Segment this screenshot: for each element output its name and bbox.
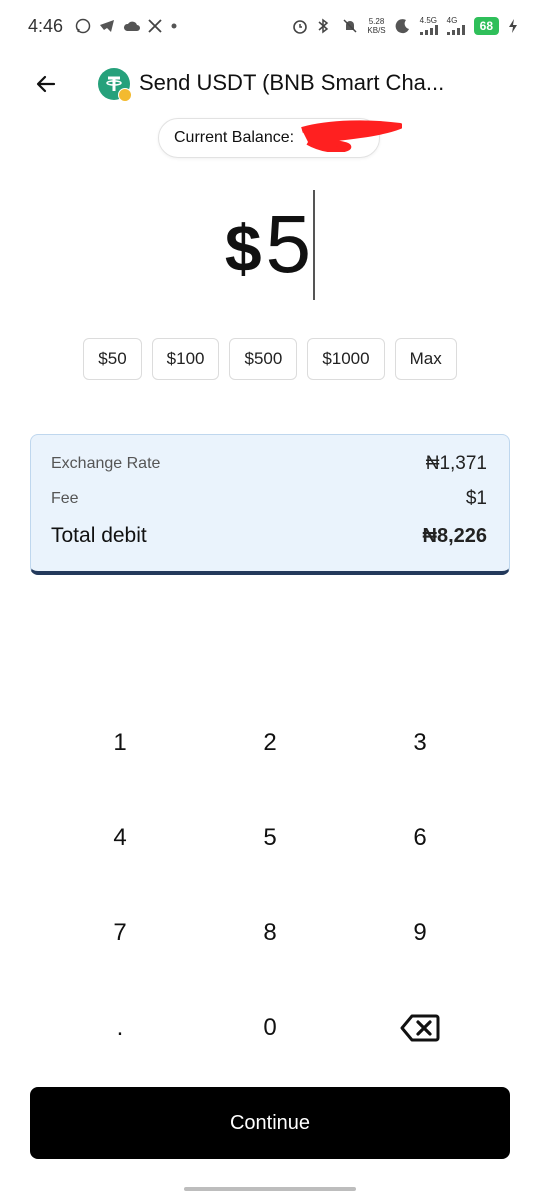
- total-debit-row: Total debit ₦8,226: [51, 524, 487, 548]
- quick-amount-1000-button[interactable]: $1000: [307, 338, 385, 380]
- signal-bars-icon: [446, 25, 465, 35]
- amount-display[interactable]: $ 5: [0, 190, 540, 300]
- fee-value: $1: [465, 488, 487, 509]
- whatsapp-icon: [75, 18, 91, 34]
- fee-row: Fee $1: [51, 488, 487, 510]
- current-balance-label: Current Balance:: [174, 129, 295, 146]
- status-bar-right: 5.28 KB/S 4.5G 4G 68: [292, 17, 518, 35]
- mute-bell-icon: [342, 18, 358, 34]
- amount-value: 5: [265, 199, 312, 290]
- quick-amount-max-button[interactable]: Max: [394, 338, 457, 380]
- key-4[interactable]: 4: [45, 790, 195, 885]
- alarm-icon: [292, 18, 308, 34]
- backspace-button[interactable]: [345, 980, 495, 1075]
- signal-strength-2: 4G: [446, 16, 465, 35]
- bnb-chain-badge-icon: [118, 88, 132, 102]
- telegram-icon: [99, 18, 115, 34]
- exchange-rate-row: Exchange Rate ₦1,371: [51, 453, 487, 475]
- net-speed-unit: KB/S: [367, 26, 386, 35]
- signal-bars-icon: [419, 25, 438, 35]
- key-1[interactable]: 1: [45, 695, 195, 790]
- net-speed: 5.28 KB/S: [367, 17, 385, 35]
- signal-1-label: 4.5G: [419, 16, 437, 25]
- exchange-rate-label: Exchange Rate: [51, 455, 161, 472]
- quick-amount-100-button[interactable]: $100: [151, 338, 220, 380]
- back-button[interactable]: [30, 68, 62, 100]
- signal-2-label: 4G: [446, 16, 458, 25]
- battery-level: 68: [473, 17, 499, 35]
- page-title: Send USDT (BNB Smart Cha...: [139, 70, 445, 95]
- key-5[interactable]: 5: [195, 790, 345, 885]
- key-3[interactable]: 3: [345, 695, 495, 790]
- fee-label: Fee: [51, 490, 79, 507]
- status-bar-left: 4:46: [28, 16, 177, 37]
- moon-icon: [395, 18, 411, 34]
- key-0[interactable]: 0: [195, 980, 345, 1075]
- key-7[interactable]: 7: [45, 885, 195, 980]
- redaction-scribble: [301, 120, 402, 152]
- key-decimal[interactable]: .: [45, 980, 195, 1075]
- arrow-left-icon: [36, 75, 56, 93]
- text-cursor: [313, 190, 316, 300]
- key-9[interactable]: 9: [345, 885, 495, 980]
- header: Send USDT (BNB Smart Cha...: [0, 62, 540, 106]
- charging-bolt-icon: [508, 18, 518, 34]
- exchange-rate-value: ₦1,371: [425, 453, 487, 474]
- bluetooth-icon: [317, 18, 333, 34]
- net-speed-value: 5.28: [368, 17, 385, 26]
- total-debit-label: Total debit: [51, 524, 147, 547]
- amount-input[interactable]: $ 5: [224, 190, 316, 300]
- transaction-summary-card: Exchange Rate ₦1,371 Fee $1 Total debit …: [30, 434, 510, 575]
- backspace-icon: [400, 1014, 440, 1041]
- notification-dot-icon: [171, 18, 177, 34]
- status-time: 4:46: [28, 15, 64, 36]
- cloud-icon: [123, 18, 141, 34]
- quick-amount-500-button[interactable]: $500: [229, 338, 298, 380]
- continue-button[interactable]: Continue: [30, 1087, 510, 1159]
- quick-amount-row: $50 $100 $500 $1000 Max: [0, 338, 540, 380]
- quick-amount-50-button[interactable]: $50: [83, 338, 142, 380]
- total-debit-value: ₦8,226: [422, 524, 488, 547]
- key-8[interactable]: 8: [195, 885, 345, 980]
- key-2[interactable]: 2: [195, 695, 345, 790]
- signal-strength-1: 4.5G: [419, 16, 438, 35]
- numeric-keypad: 1 2 3 4 5 6 7 8 9 . 0: [45, 695, 495, 1075]
- key-6[interactable]: 6: [345, 790, 495, 885]
- usdt-token-icon: [98, 68, 132, 102]
- status-bar: 4:46 5.28 KB/S 4.5G 4G 68: [0, 0, 540, 52]
- amount-currency-symbol: $: [224, 211, 262, 285]
- home-indicator[interactable]: [184, 1187, 356, 1191]
- x-twitter-icon: [147, 18, 163, 34]
